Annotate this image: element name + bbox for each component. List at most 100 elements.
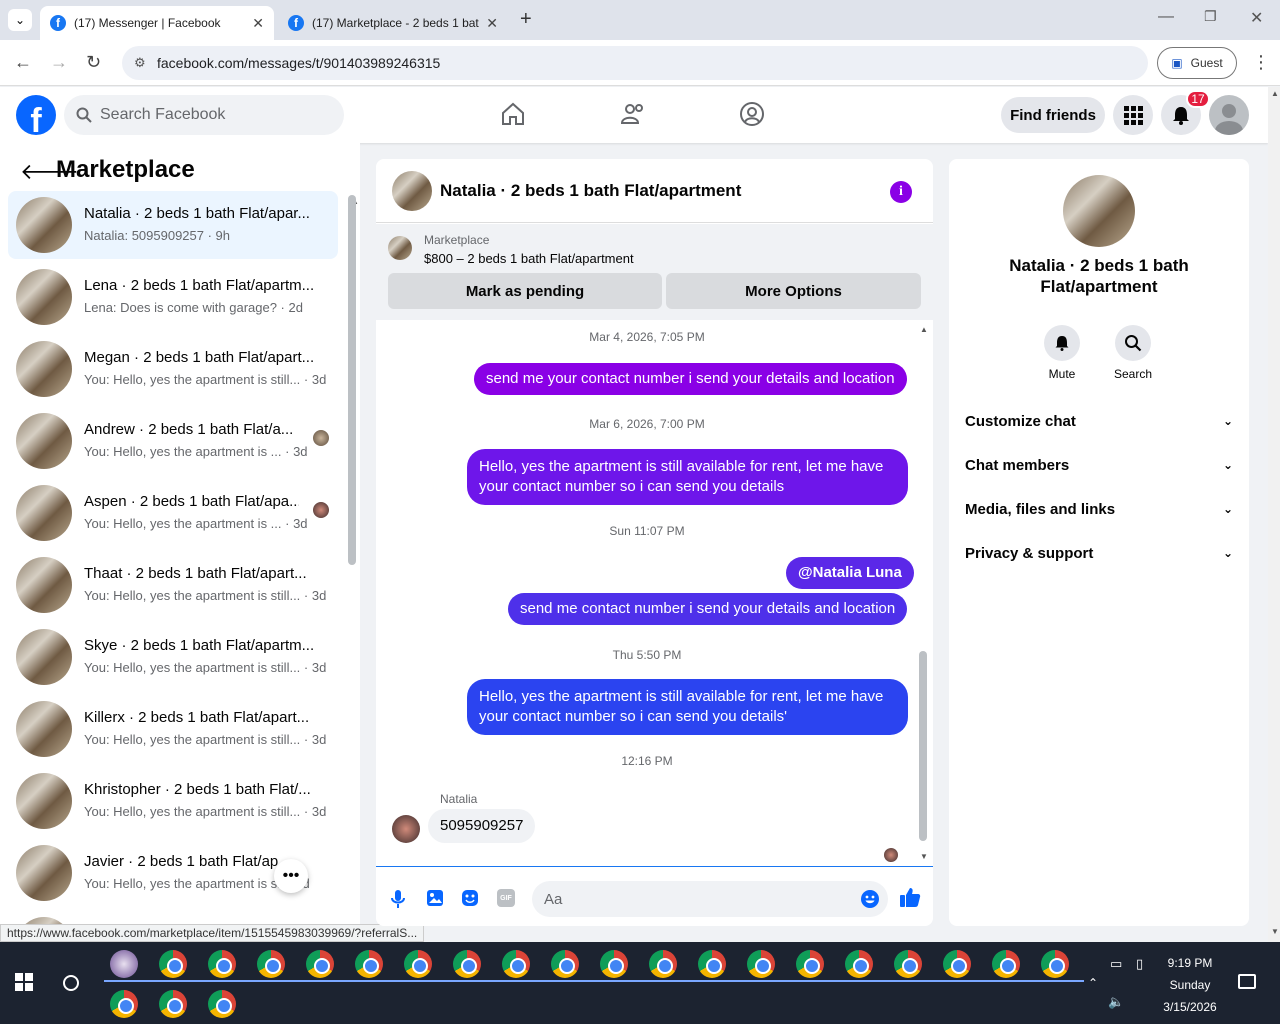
outgoing-message[interactable]: Hello, yes the apartment is still availa…	[467, 679, 908, 735]
chrome-icon[interactable]	[698, 950, 726, 978]
page-scrollbar[interactable]: ▲ ▼	[1268, 87, 1280, 942]
thumbs-up-icon[interactable]	[899, 886, 921, 908]
mute-button[interactable]: Mute	[1032, 325, 1092, 381]
incoming-message[interactable]: 5095909257	[428, 809, 536, 843]
tab-search-dropdown-icon[interactable]: ⌄	[8, 9, 32, 31]
chrome-icon[interactable]	[796, 950, 824, 978]
conversation-item[interactable]: Skye · 2 beds 1 bath Flat/apartm... You:…	[8, 623, 338, 691]
home-icon[interactable]	[500, 101, 526, 127]
chrome-icon[interactable]	[747, 950, 775, 978]
scroll-down-arrow-icon[interactable]: ▼	[1271, 927, 1279, 936]
url-field[interactable]: ⚙ facebook.com/messages/t/90140398924631…	[122, 46, 1148, 80]
scroll-down-arrow-icon[interactable]: ▼	[920, 852, 928, 861]
conversation-item[interactable]: Khristopher · 2 beds 1 bath Flat/... You…	[8, 767, 338, 835]
new-tab-icon[interactable]: +	[520, 8, 532, 31]
conversation-item[interactable]: Andrew · 2 beds 1 bath Flat/a... You: He…	[8, 407, 338, 475]
chrome-icon[interactable]	[551, 950, 579, 978]
chrome-icon[interactable]	[649, 950, 677, 978]
close-tab-icon[interactable]: ✕	[252, 15, 264, 32]
outgoing-message[interactable]: send me your contact number i send your …	[474, 363, 907, 395]
chat-title[interactable]: Natalia · 2 beds 1 bath Flat/apartment	[440, 181, 741, 201]
app-icon[interactable]	[110, 950, 138, 978]
conversation-item[interactable]: Natalia · 2 beds 1 bath Flat/apar... Nat…	[8, 191, 338, 259]
browser-menu-icon[interactable]: ⋮	[1252, 52, 1270, 73]
listing-thumbnail[interactable]	[388, 236, 412, 260]
volume-icon[interactable]: 🔈	[1108, 994, 1124, 1010]
restore-window-icon[interactable]: ❐	[1204, 8, 1217, 25]
more-options-button[interactable]: •••	[274, 859, 308, 893]
chrome-icon[interactable]	[894, 950, 922, 978]
microphone-icon[interactable]	[390, 889, 406, 909]
emoji-icon[interactable]	[860, 889, 880, 909]
battery-icon[interactable]: ▯	[1136, 956, 1143, 972]
chrome-icon[interactable]	[404, 950, 432, 978]
close-window-icon[interactable]: ✕	[1250, 8, 1263, 28]
media-files-links-section[interactable]: Media, files and links ⌄	[965, 487, 1233, 531]
chrome-icon[interactable]	[943, 950, 971, 978]
outgoing-message[interactable]: Hello, yes the apartment is still availa…	[467, 449, 908, 505]
search-circle-icon[interactable]	[63, 975, 79, 991]
conversation-item[interactable]: Thaat · 2 beds 1 bath Flat/apart... You:…	[8, 551, 338, 619]
tab-marketplace[interactable]: f (17) Marketplace - 2 beds 1 bat ✕	[278, 6, 508, 40]
reload-icon[interactable]: ↻	[86, 52, 101, 73]
back-icon[interactable]: ←	[14, 52, 32, 73]
chrome-icon[interactable]	[600, 950, 628, 978]
groups-icon[interactable]	[739, 101, 765, 127]
sidebar-scrollbar[interactable]	[348, 195, 356, 565]
menu-grid-button[interactable]	[1113, 95, 1153, 135]
chrome-icon[interactable]	[355, 950, 383, 978]
chrome-icon[interactable]	[1041, 950, 1069, 978]
more-options-button[interactable]: More Options	[666, 273, 921, 309]
conversation-item[interactable]: Lena · 2 beds 1 bath Flat/apartm... Lena…	[8, 263, 338, 331]
info-icon[interactable]: i	[890, 181, 912, 203]
mark-pending-button[interactable]: Mark as pending	[388, 273, 662, 309]
chrome-icon[interactable]	[306, 950, 334, 978]
chrome-icon[interactable]	[257, 950, 285, 978]
chat-scrollbar[interactable]	[919, 651, 927, 841]
chrome-icon[interactable]	[159, 950, 187, 978]
friends-icon[interactable]	[620, 101, 646, 127]
conversation-item[interactable]: Megan · 2 beds 1 bath Flat/apart... You:…	[8, 335, 338, 403]
chrome-icon[interactable]	[845, 950, 873, 978]
chat-avatar[interactable]	[392, 171, 432, 211]
conversation-item[interactable]: Killerx · 2 beds 1 bath Flat/apart... Yo…	[8, 695, 338, 763]
message-input[interactable]: Aa	[532, 881, 888, 917]
gif-icon[interactable]: GIF	[497, 889, 515, 907]
network-icon[interactable]: ▭	[1110, 956, 1122, 972]
sticker-icon[interactable]	[461, 889, 479, 907]
forward-icon[interactable]: →	[50, 52, 68, 73]
facebook-logo-icon[interactable]: f	[16, 95, 56, 135]
outgoing-mention-message[interactable]: @Natalia Luna	[786, 557, 914, 589]
chrome-icon[interactable]	[159, 990, 187, 1018]
tab-messenger[interactable]: f (17) Messenger | Facebook ✕	[40, 6, 274, 40]
account-avatar[interactable]	[1209, 95, 1249, 135]
site-info-icon[interactable]: ⚙	[134, 55, 146, 71]
chrome-icon[interactable]	[110, 990, 138, 1018]
taskbar-clock[interactable]: 9:19 PM Sunday 3/15/2026	[1150, 952, 1230, 1018]
notification-center-icon[interactable]	[1238, 974, 1256, 989]
chrome-icon[interactable]	[992, 950, 1020, 978]
privacy-support-section[interactable]: Privacy & support ⌄	[965, 531, 1233, 575]
windows-start-icon[interactable]	[15, 973, 33, 991]
profile-button[interactable]: ▣ Guest	[1157, 47, 1237, 79]
conversation-avatar[interactable]	[1063, 175, 1135, 247]
chrome-icon[interactable]	[453, 950, 481, 978]
conversation-item[interactable]: Aspen · 2 beds 1 bath Flat/apa... You: H…	[8, 479, 338, 547]
facebook-search-input[interactable]: Search Facebook	[64, 95, 344, 135]
scroll-up-arrow-icon[interactable]: ▲	[1271, 89, 1279, 98]
chrome-icon[interactable]	[502, 950, 530, 978]
chrome-icon[interactable]	[208, 990, 236, 1018]
find-friends-button[interactable]: Find friends	[1001, 97, 1105, 133]
listing-price[interactable]: $800 – 2 beds 1 bath Flat/apartment	[424, 251, 634, 266]
chat-members-section[interactable]: Chat members ⌄	[965, 443, 1233, 487]
close-tab-icon[interactable]: ✕	[486, 15, 498, 32]
outgoing-message[interactable]: send me contact number i send your detai…	[508, 593, 908, 625]
conversation-item[interactable]	[8, 911, 338, 924]
sender-avatar[interactable]	[392, 815, 420, 843]
chrome-icon[interactable]	[208, 950, 236, 978]
photo-icon[interactable]	[426, 889, 444, 907]
customize-chat-section[interactable]: Customize chat ⌄	[965, 399, 1233, 443]
scroll-up-arrow-icon[interactable]: ▲	[920, 325, 928, 334]
chevron-up-icon[interactable]: ⌃	[1088, 976, 1098, 990]
search-in-conversation-button[interactable]: Search	[1103, 325, 1163, 381]
